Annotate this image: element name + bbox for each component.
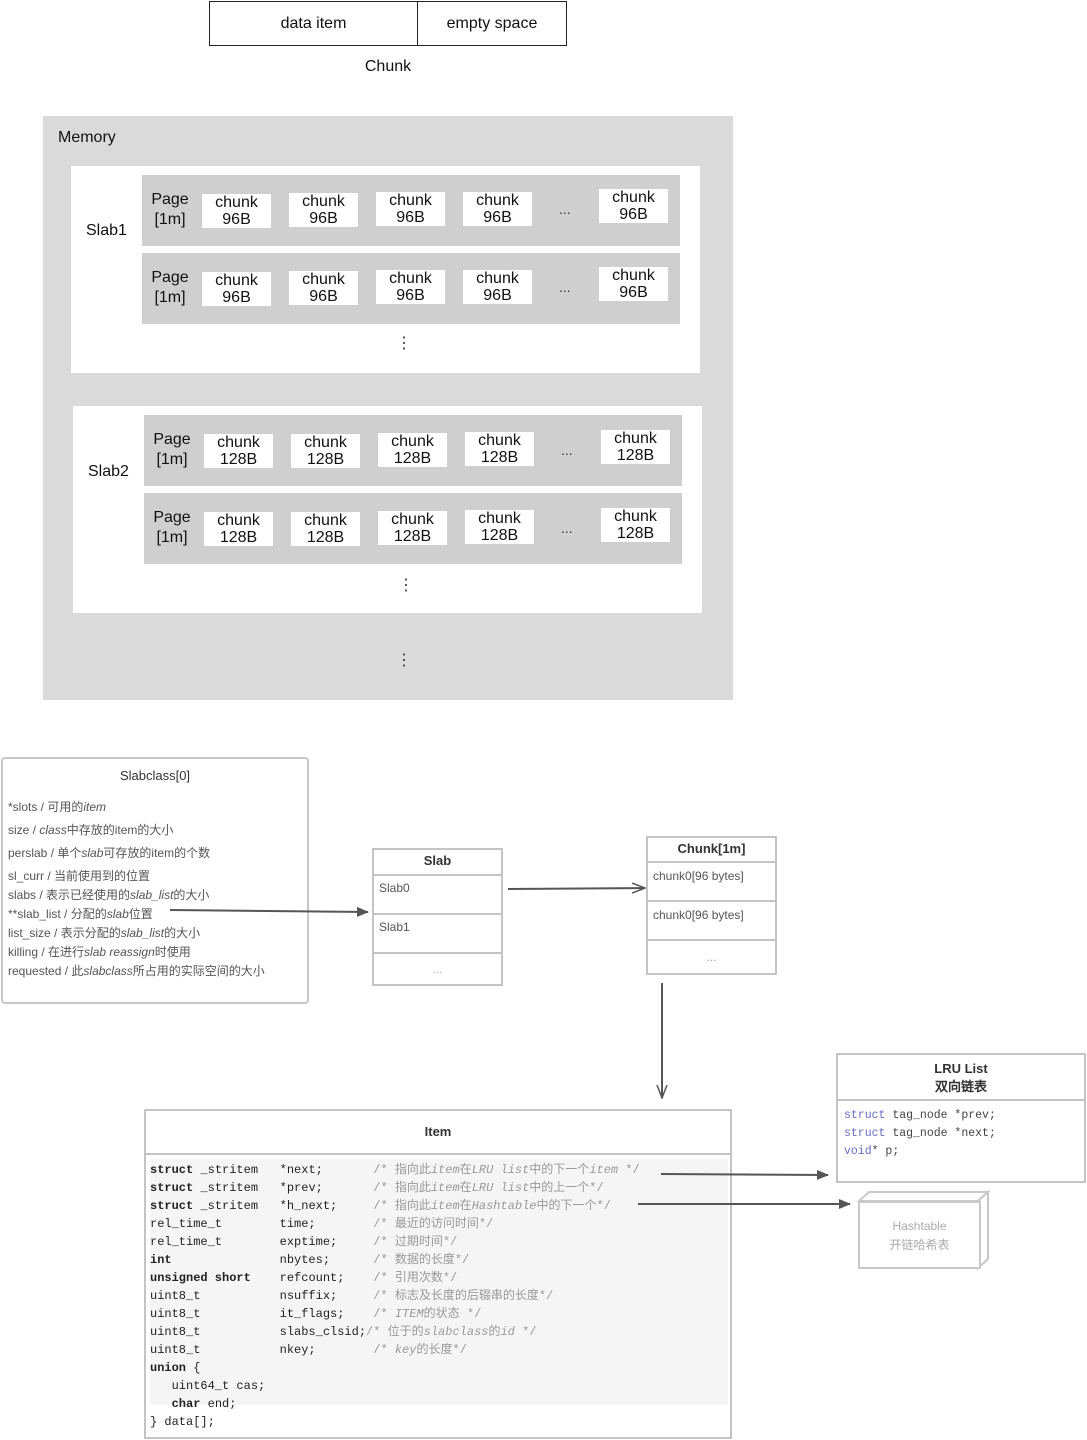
arrow-slablist-to-slab [169,906,369,917]
connector-layer [169,0,851,1209]
arrow-next-to-lru [660,1169,829,1180]
arrow-slab-to-chunk [507,888,645,889]
